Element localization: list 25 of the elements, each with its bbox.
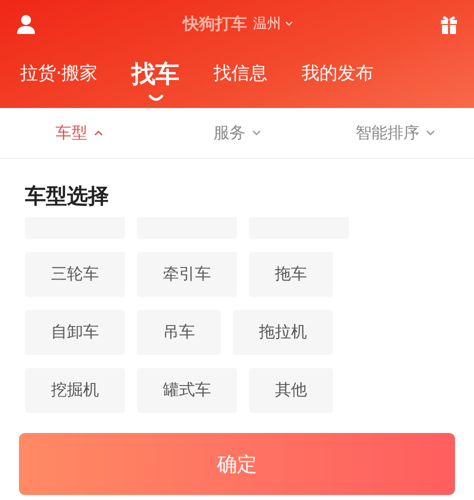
caret-icon bbox=[252, 130, 260, 136]
filter-tab[interactable]: 智能排序 bbox=[316, 122, 474, 144]
app-title: 快狗打车 bbox=[183, 14, 247, 34]
caret-icon bbox=[426, 130, 434, 136]
gift-icon[interactable] bbox=[440, 14, 458, 34]
nav-tab[interactable]: 找信息 bbox=[214, 58, 268, 90]
active-indicator bbox=[148, 94, 164, 102]
caret-icon bbox=[94, 130, 102, 136]
filter-tab[interactable]: 服务 bbox=[158, 122, 316, 144]
nav-tab[interactable]: 我的发布 bbox=[302, 58, 374, 90]
nav-tab[interactable]: 拉货·搬家 bbox=[20, 58, 98, 90]
type-chip[interactable]: 自卸车 bbox=[25, 310, 125, 355]
type-chip[interactable]: 三轮车 bbox=[25, 252, 125, 297]
type-chip[interactable]: 牵引车 bbox=[137, 252, 237, 297]
type-chip[interactable]: 拖车 bbox=[249, 252, 333, 297]
nav-tab[interactable]: 找车 bbox=[132, 58, 180, 90]
type-chip[interactable]: 罐式车 bbox=[137, 368, 237, 413]
caret-icon bbox=[285, 21, 293, 27]
user-icon[interactable] bbox=[16, 14, 36, 34]
section-title: 车型选择 bbox=[25, 183, 110, 210]
type-chip[interactable]: 其他 bbox=[249, 368, 333, 413]
type-chip[interactable]: 挖掘机 bbox=[25, 368, 125, 413]
type-chip[interactable]: 拖拉机 bbox=[233, 310, 333, 355]
type-chip[interactable]: 吊车 bbox=[137, 310, 221, 355]
filter-tab[interactable]: 车型 bbox=[0, 122, 158, 144]
